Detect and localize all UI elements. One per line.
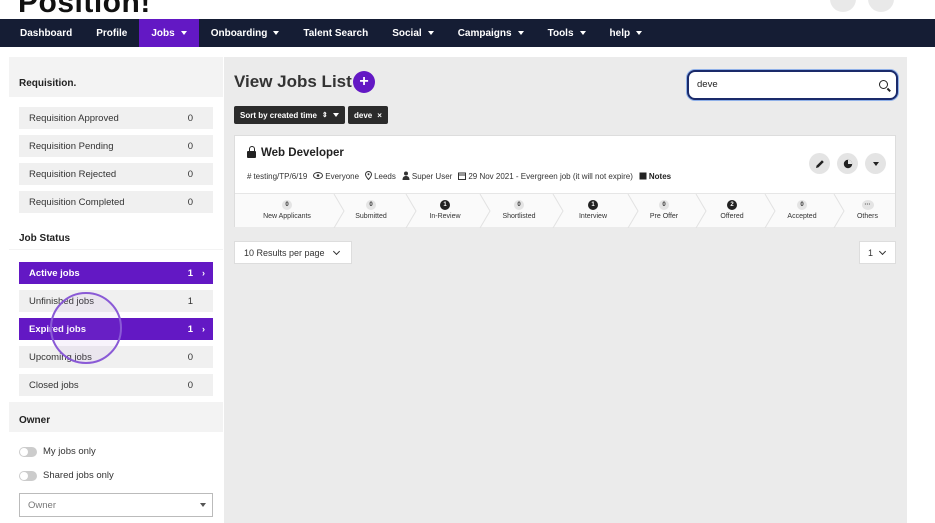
user-icon — [402, 171, 410, 182]
requisition-approved[interactable]: Requisition Approved 0 — [19, 107, 213, 129]
nav-talent-search[interactable]: Talent Search — [291, 19, 380, 47]
pipeline-shortlisted[interactable]: 0 Shortlisted — [487, 194, 551, 228]
hash-icon: # — [247, 172, 252, 181]
sort-arrows-icon: ⇕ — [321, 112, 328, 119]
search-input[interactable] — [697, 79, 867, 90]
map-pin-icon — [365, 170, 373, 182]
job-title[interactable]: Web Developer — [247, 146, 344, 159]
job-visibility: Everyone — [325, 172, 360, 181]
chevron-down-icon — [332, 247, 341, 256]
pipeline-in-review[interactable]: 1 In-Review — [413, 194, 477, 228]
user-avatar[interactable] — [868, 0, 894, 12]
caret-down-icon — [273, 31, 280, 35]
shared-jobs-toggle-row[interactable]: Shared jobs only — [19, 470, 114, 481]
close-icon[interactable]: × — [377, 111, 382, 120]
my-jobs-toggle-row[interactable]: My jobs only — [19, 446, 96, 457]
edit-job-button[interactable] — [809, 153, 830, 174]
chevron-right-icon: › — [202, 324, 205, 334]
header-circle-button[interactable] — [830, 0, 856, 12]
sort-chip[interactable]: Sort by created time ⇕ — [234, 106, 345, 124]
caret-down-icon — [872, 161, 879, 166]
pencil-icon — [815, 159, 824, 168]
add-job-button[interactable]: + — [353, 71, 375, 93]
owner-select[interactable]: Owner — [19, 493, 213, 517]
search-icon[interactable] — [879, 80, 888, 89]
caret-down-icon — [517, 31, 524, 35]
nav-campaigns[interactable]: Campaigns — [446, 19, 536, 47]
lock-icon — [247, 146, 256, 158]
results-per-page-select[interactable]: 10 Results per page — [234, 241, 352, 264]
filter-sidebar: Requisition. Requisition Approved 0 Requi… — [9, 57, 223, 523]
pipeline-submitted[interactable]: 0 Submitted — [339, 194, 403, 228]
requisition-rejected[interactable]: Requisition Rejected 0 — [19, 163, 213, 185]
nav-dashboard[interactable]: Dashboard — [8, 19, 84, 47]
pipeline-accepted[interactable]: 0 Accepted — [770, 194, 834, 228]
job-status-closed[interactable]: Closed jobs 0 — [19, 374, 213, 396]
requisition-completed[interactable]: Requisition Completed 0 — [19, 191, 213, 213]
job-status-upcoming[interactable]: Upcoming jobs 0 — [19, 346, 213, 368]
nav-help[interactable]: help — [598, 19, 655, 47]
job-owner: Super User — [411, 172, 453, 181]
chevron-right-icon: › — [202, 268, 205, 278]
caret-down-icon — [180, 31, 187, 35]
requisition-pending[interactable]: Requisition Pending 0 — [19, 135, 213, 157]
main-nav: Dashboard Profile Jobs Onboarding Talent… — [0, 19, 935, 47]
note-icon — [639, 172, 647, 182]
job-menu-button[interactable] — [865, 153, 886, 174]
caret-down-icon — [579, 31, 586, 35]
job-status-active[interactable]: Active jobs 1 › — [19, 262, 213, 284]
chevron-down-icon — [878, 247, 887, 256]
nav-profile[interactable]: Profile — [84, 19, 139, 47]
click-highlight-ring — [50, 292, 122, 364]
job-date: 29 Nov 2021 - Evergreen job (it will not… — [468, 172, 633, 181]
caret-down-icon — [332, 113, 339, 117]
job-status-heading: Job Status — [19, 233, 71, 244]
app-logo[interactable]: Position! — [18, 0, 151, 19]
requisition-panel: Requisition Approved 0 Requisition Pendin… — [9, 97, 223, 249]
job-pipeline: 0 New Applicants 0 Submitted 1 In-Review 0S… — [235, 193, 895, 228]
job-reference: testing/TP/6/19 — [253, 172, 308, 181]
eye-icon — [313, 172, 324, 181]
job-stats-button[interactable] — [837, 153, 858, 174]
pipeline-pre-offer[interactable]: 0 Pre Offer — [632, 194, 696, 228]
dropdown-arrow-icon — [200, 503, 206, 507]
page-number-select[interactable]: 1 — [859, 241, 896, 264]
job-search-box[interactable] — [687, 70, 898, 100]
main-content — [224, 57, 907, 523]
caret-down-icon — [427, 31, 434, 35]
nav-social[interactable]: Social — [380, 19, 445, 47]
nav-tools[interactable]: Tools — [536, 19, 598, 47]
nav-jobs[interactable]: Jobs — [139, 19, 199, 47]
shared-jobs-toggle[interactable] — [19, 470, 37, 481]
job-notes-link[interactable]: Notes — [649, 172, 671, 181]
my-jobs-toggle[interactable] — [19, 446, 37, 457]
job-location: Leeds — [374, 172, 396, 181]
requisition-heading: Requisition. — [19, 78, 77, 89]
owner-heading: Owner — [19, 415, 51, 426]
job-card: Web Developer # testing/TP/6/19 Everyone… — [234, 135, 896, 228]
top-header: Position! — [0, 0, 935, 19]
pipeline-new-applicants[interactable]: 0 New Applicants — [235, 194, 339, 228]
pipeline-interview[interactable]: 1 Interview — [561, 194, 625, 228]
nav-onboarding[interactable]: Onboarding — [199, 19, 292, 47]
calendar-icon — [458, 172, 467, 182]
caret-down-icon — [636, 31, 643, 35]
job-meta: # testing/TP/6/19 Everyone Leeds Super U… — [247, 170, 677, 182]
page-title: View Jobs List — [234, 72, 352, 91]
filter-chip[interactable]: deve × — [348, 106, 388, 124]
pie-chart-icon — [843, 159, 852, 168]
pipeline-others[interactable]: ··· Others — [840, 194, 895, 228]
pipeline-offered[interactable]: 2 Offered — [700, 194, 764, 228]
